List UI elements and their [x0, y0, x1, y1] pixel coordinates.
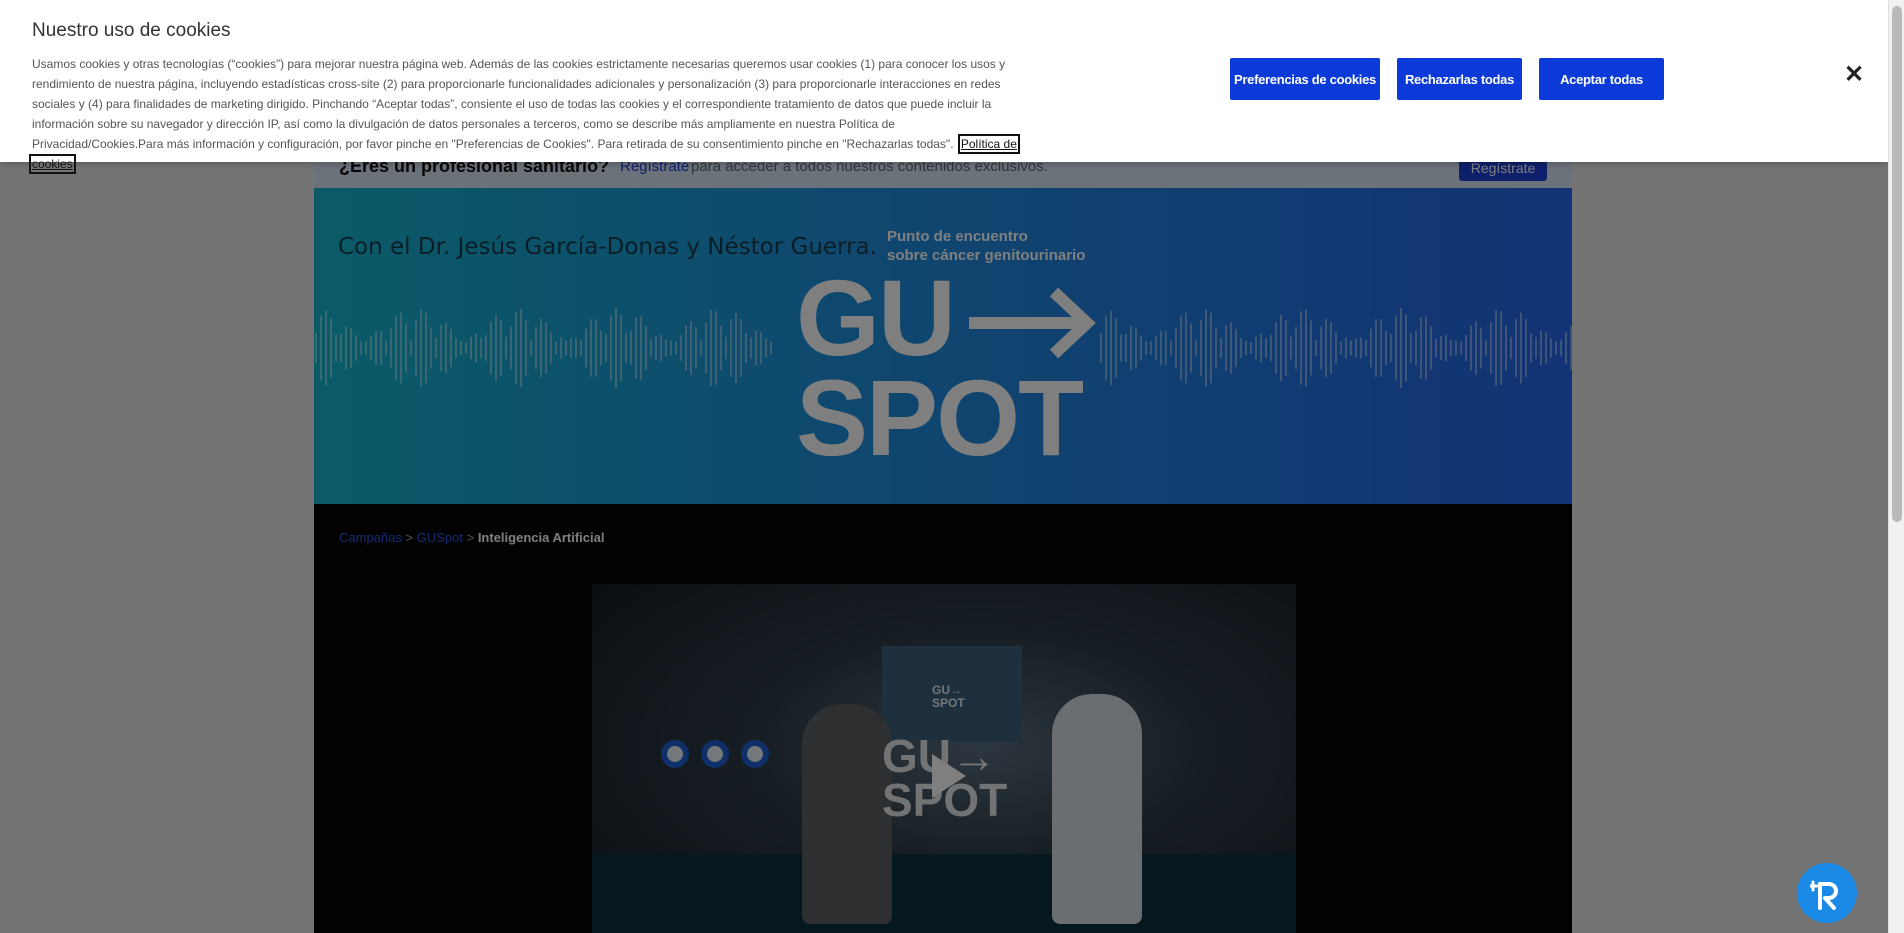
- scrollbar[interactable]: [1888, 0, 1904, 933]
- cookie-body: Usamos cookies y otras tecnologías (“coo…: [32, 57, 1006, 151]
- cookie-title: Nuestro uso de cookies: [32, 20, 231, 41]
- assistant-widget-button[interactable]: [1797, 863, 1857, 923]
- cookie-banner: Nuestro uso de cookies Usamos cookies y …: [0, 0, 1888, 174]
- reject-all-button[interactable]: Rechazarlas todas: [1397, 58, 1522, 100]
- scrollbar-thumb[interactable]: [1892, 6, 1902, 522]
- close-icon[interactable]: ✕: [1844, 63, 1864, 87]
- cookie-text: Usamos cookies y otras tecnologías (“coo…: [29, 54, 1022, 174]
- cookie-preferences-button[interactable]: Preferencias de cookies: [1230, 58, 1380, 100]
- assistant-widget-icon: [1810, 880, 1838, 910]
- accept-all-button[interactable]: Aceptar todas: [1539, 58, 1664, 100]
